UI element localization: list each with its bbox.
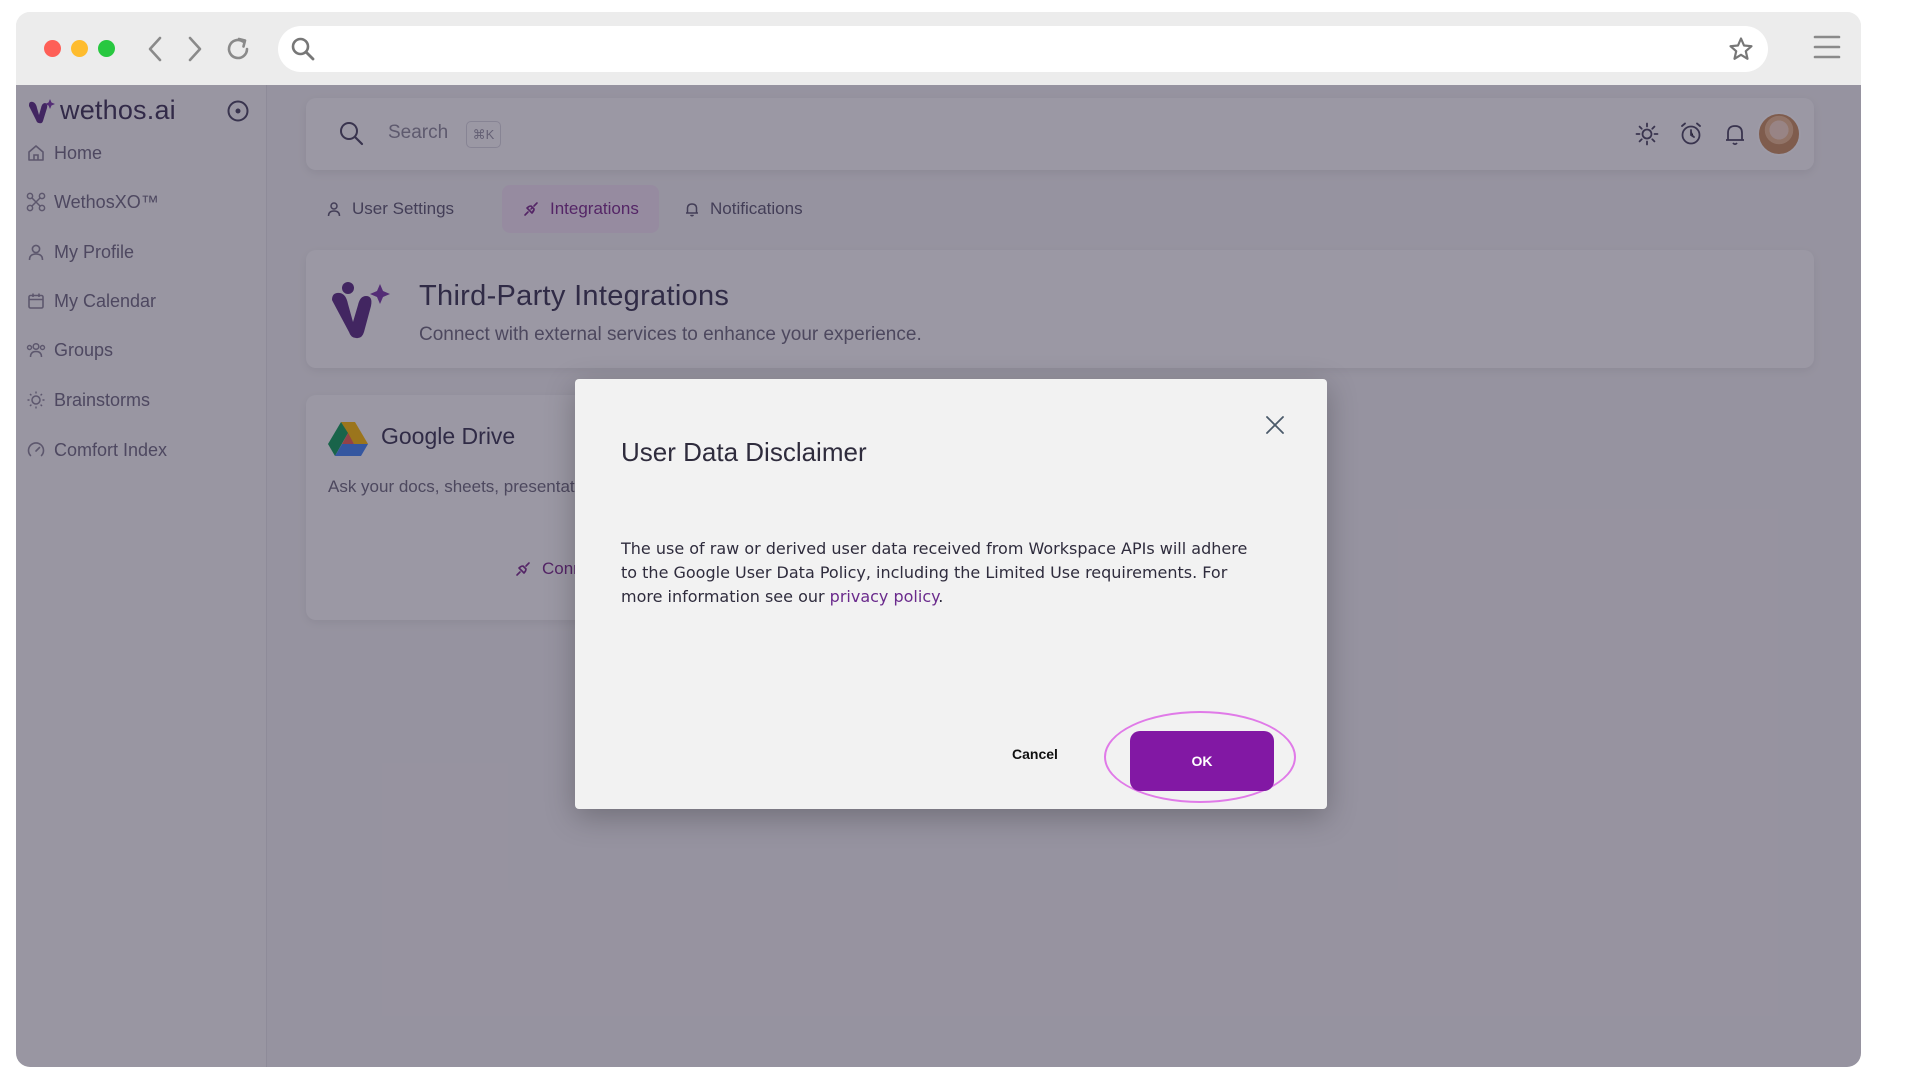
dialog-body: The use of raw or derived user data rece… xyxy=(621,537,1261,609)
browser-window: wethos.ai Home WethosXO™ My Profile My C… xyxy=(16,12,1861,1067)
close-button[interactable] xyxy=(1259,409,1291,441)
address-bar[interactable] xyxy=(278,26,1768,72)
reload-button[interactable] xyxy=(222,32,254,66)
close-icon xyxy=(1266,416,1284,434)
dialog-title: User Data Disclaimer xyxy=(621,437,867,467)
bookmark-star-icon[interactable] xyxy=(1728,36,1754,62)
cancel-button[interactable]: Cancel xyxy=(970,746,1100,762)
dialog-body-end: . xyxy=(938,587,944,606)
forward-button[interactable] xyxy=(178,32,210,66)
maximize-window-button[interactable] xyxy=(98,40,115,57)
chevron-right-icon xyxy=(188,36,202,62)
close-window-button[interactable] xyxy=(44,40,61,57)
search-icon xyxy=(291,37,315,61)
browser-toolbar xyxy=(16,12,1861,85)
ok-button[interactable]: OK xyxy=(1130,731,1274,791)
back-button[interactable] xyxy=(140,32,172,66)
user-data-disclaimer-dialog: User Data Disclaimer The use of raw or d… xyxy=(575,379,1327,809)
privacy-policy-link[interactable]: privacy policy xyxy=(830,587,939,606)
chevron-left-icon xyxy=(148,36,162,62)
reload-icon xyxy=(227,37,249,60)
hamburger-menu-icon[interactable] xyxy=(1813,34,1841,60)
minimize-window-button[interactable] xyxy=(71,40,88,57)
